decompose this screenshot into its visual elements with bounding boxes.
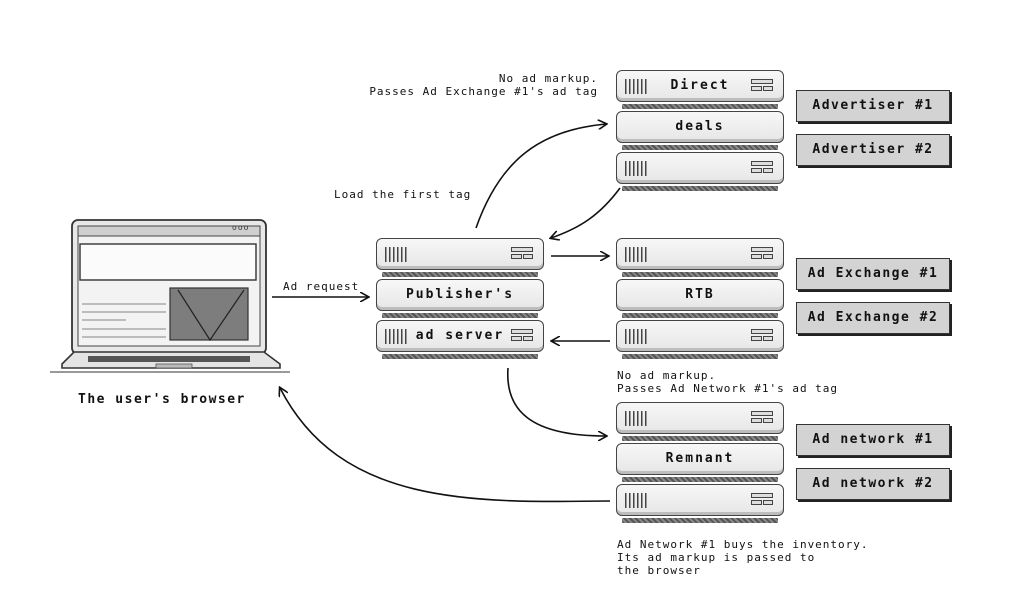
direct-note: No ad markup. Passes Ad Exchange #1's ad…: [369, 72, 598, 98]
laptop-browser: ooo: [48, 216, 292, 376]
advertiser-1-box: Advertiser #1: [796, 90, 950, 122]
vent-icon: [625, 329, 647, 344]
laptop-icon: [50, 219, 290, 373]
advertiser-1-label: Advertiser #1: [812, 98, 934, 113]
rtb-server: RTB: [616, 238, 784, 362]
remnant-label: Remnant: [665, 451, 735, 466]
ad-network-1-box: Ad network #1: [796, 424, 950, 456]
vent-icon: [625, 411, 647, 426]
drive-slots-icon: [751, 161, 773, 175]
ad-network-2-box: Ad network #2: [796, 468, 950, 500]
rtb-note: No ad markup. Passes Ad Network #1's ad …: [617, 369, 839, 395]
advertiser-2-box: Advertiser #2: [796, 134, 950, 166]
ad-request-label: Ad request: [283, 280, 360, 293]
server-unit: RTB: [616, 279, 784, 311]
server-unit: [616, 320, 784, 352]
load-first-tag-label: Load the first tag: [334, 188, 472, 201]
drive-slots-icon: [751, 247, 773, 261]
drive-slots-icon: [511, 329, 533, 343]
drive-slots-icon: [511, 247, 533, 261]
vent-icon: [625, 247, 647, 262]
server-unit: ad server: [376, 320, 544, 352]
drive-slots-icon: [751, 329, 773, 343]
ad-exchange-1-label: Ad Exchange #1: [807, 266, 939, 281]
ad-network-1-label: Ad network #1: [812, 432, 934, 447]
rtb-label: RTB: [685, 287, 715, 302]
server-unit: [616, 402, 784, 434]
server-unit: Remnant: [616, 443, 784, 475]
ad-network-2-label: Ad network #2: [812, 476, 934, 491]
publisher-ad-server: Publisher's ad server: [376, 238, 544, 362]
remnant-note: Ad Network #1 buys the inventory. Its ad…: [617, 538, 869, 577]
drive-slots-icon: [751, 493, 773, 507]
arrow-publisher-to-remnant: [507, 367, 606, 436]
server-unit: Publisher's: [376, 279, 544, 311]
direct-deals-server: Direct deals: [616, 70, 784, 194]
server-unit: Direct: [616, 70, 784, 102]
drive-slots-icon: [751, 79, 773, 93]
publisher-label-line1: Publisher's: [405, 287, 515, 302]
arrow-load-first-tag: [475, 124, 606, 229]
server-unit: [616, 152, 784, 184]
ad-exchange-2-box: Ad Exchange #2: [796, 302, 950, 334]
server-unit: deals: [616, 111, 784, 143]
arrow-remnant-to-browser: [280, 388, 611, 503]
drive-slots-icon: [751, 411, 773, 425]
ad-exchange-1-box: Ad Exchange #1: [796, 258, 950, 290]
vent-icon: [625, 161, 647, 176]
server-unit: [616, 484, 784, 516]
server-unit: [616, 238, 784, 270]
server-unit: [376, 238, 544, 270]
vent-icon: [385, 247, 407, 262]
advertiser-2-label: Advertiser #2: [812, 142, 934, 157]
ad-exchange-2-label: Ad Exchange #2: [807, 310, 939, 325]
direct-label-line2: deals: [675, 119, 725, 134]
remnant-server: Remnant: [616, 402, 784, 526]
arrow-direct-to-publisher: [551, 187, 621, 238]
vent-icon: [625, 493, 647, 508]
browser-label: The user's browser: [78, 392, 246, 407]
window-controls-icon: ooo: [232, 223, 250, 232]
